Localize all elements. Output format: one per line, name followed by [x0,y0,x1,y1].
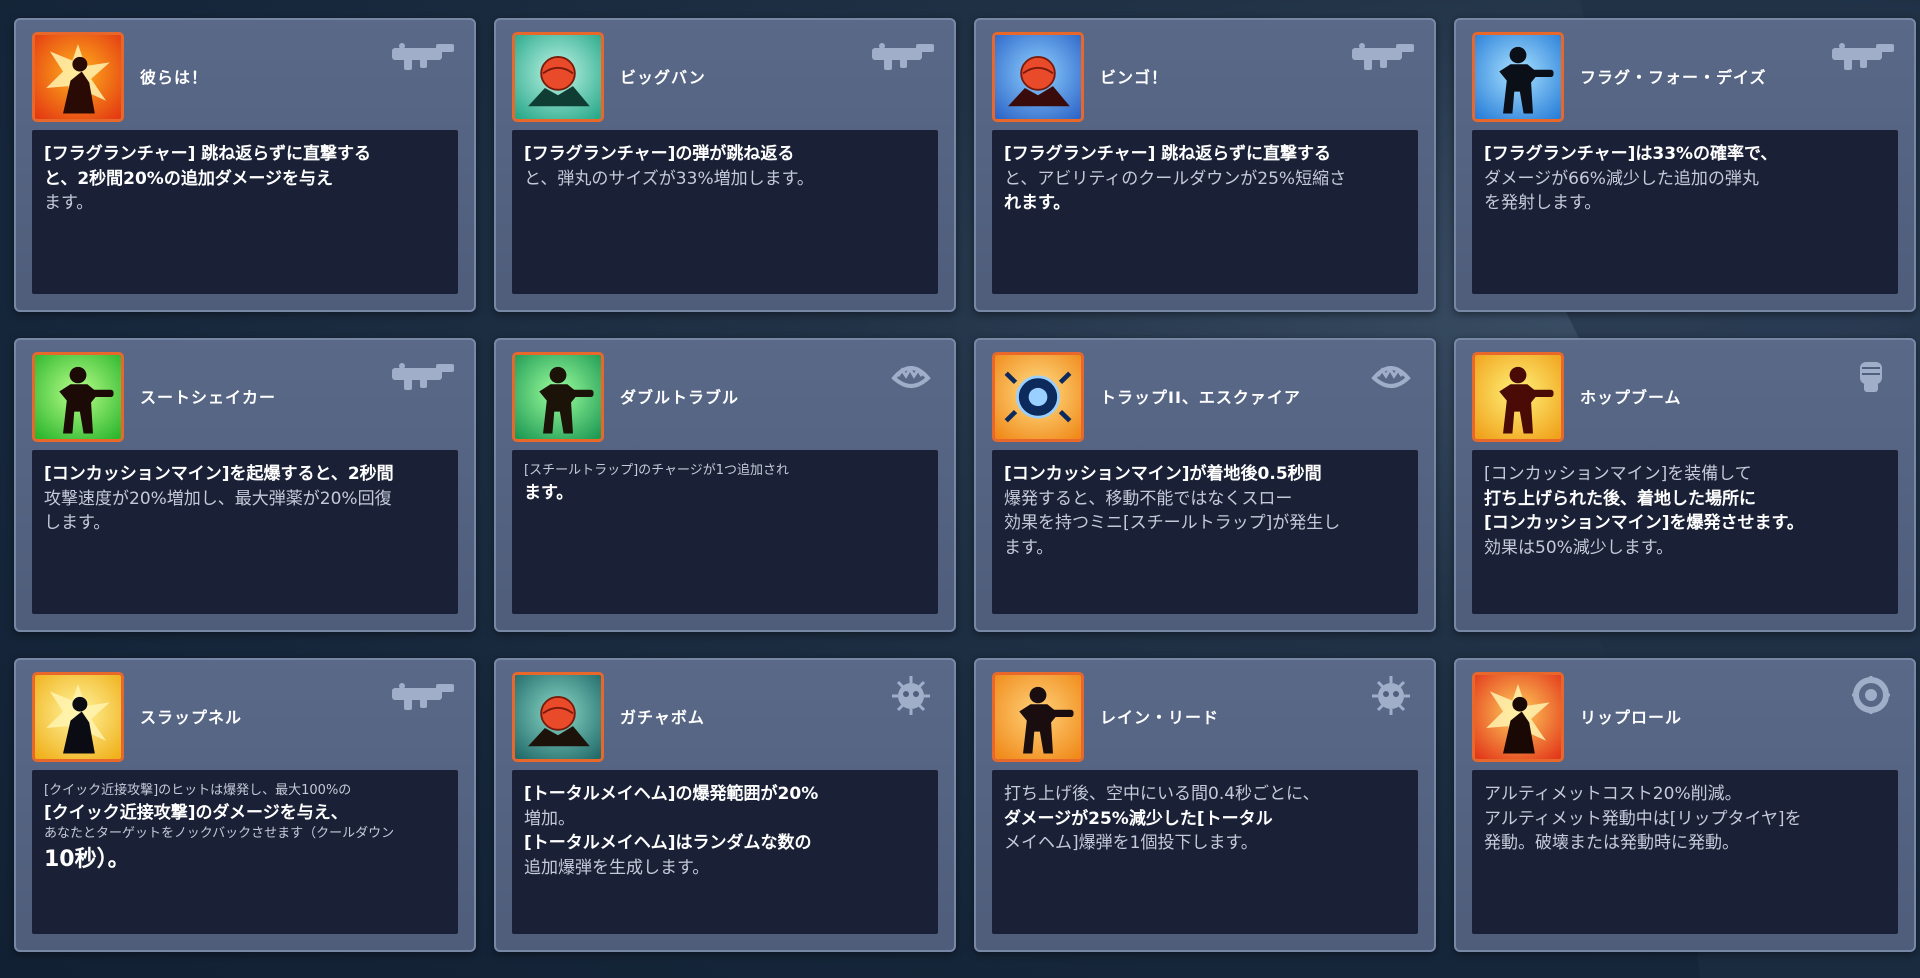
description-line: と、アビリティのクールダウンが25%短縮さ [1004,168,1347,189]
description-line: 発動。破壊または発動時に発動。 [1484,833,1739,854]
description-line: ダメージが25%減少した[トータル [1004,808,1273,829]
frag-launcher-icon [1832,43,1894,70]
perk-card[interactable]: ホップブーム [コンカッションマイン]を装備して 打ち上げられた後、着地した場所に… [1454,338,1916,632]
red-riptire-icon [1472,672,1564,762]
description-line: [フラグランチャー] 跳ね返らずに直撃する [44,144,371,164]
perk-card[interactable]: スラップネル [クイック近接攻撃]のヒットは爆発し、最大100%の [クイック近接… [14,658,476,952]
blue-launcher-hero-icon [1472,32,1564,122]
description-line: アルティメットコスト20%削減。 [1484,784,1742,804]
frag-launcher-icon [392,363,454,390]
blue-trap-icon [992,352,1084,442]
total-mayhem-icon [1372,676,1410,715]
perk-title: リップロール [1580,708,1683,727]
description-line: ダメージが66%減少した追加の弾丸 [1484,168,1759,189]
description-line: [トータルメイヘム]の爆発範囲が20% [524,784,819,804]
description-line: します。 [44,513,111,534]
description-line: [スチールトラップ]のチャージが1つ追加され [524,463,790,478]
frag-launcher-icon [392,43,454,70]
perk-title: レイン・リード [1100,708,1220,727]
frag-launcher-icon [1352,43,1414,70]
blue-ball-hero-icon [992,32,1084,122]
perk-card[interactable]: スートシェイカー [コンカッションマイン]を起爆すると、2秒間 攻撃速度が20%増… [14,338,476,632]
frag-launcher-icon [392,683,454,710]
description-line: [コンカッションマイン]が着地後0.5秒間 [1004,464,1322,484]
description-line: 打ち上げ後、空中にいる間0.4秒ごとに、 [1004,784,1320,804]
description-line: [クイック近接攻撃]のヒットは爆発し、最大100%の [44,783,352,798]
description-line: [コンカッションマイン]を装備して [1484,464,1752,484]
perk-description: [コンカッションマイン]を起爆すると、2秒間 攻撃速度が20%増加し、最大弾薬が2… [32,450,458,614]
perk-title: ビッグバン [620,68,706,87]
perk-card[interactable]: ダブルトラブル [スチールトラップ]のチャージが1つ追加されます。 [494,338,956,632]
perk-description: [コンカッションマイン]を装備して 打ち上げられた後、着地した場所に [コンカッショ… [1472,450,1898,614]
perk-card[interactable]: フラグ・フォー・デイズ [フラグランチャー]は33%の確率で、 ダメージが66%減… [1454,18,1916,312]
perk-description: [フラグランチャー] 跳ね返らずに直撃する と、アビリティのクールダウンが25%短… [992,130,1418,294]
description-line: [クイック近接攻撃]のダメージを与え、 [44,802,348,823]
description-line: アルティメット発動中は[リップタイヤ]を [1484,808,1802,829]
yellow-jump-hero-icon [1472,352,1564,442]
perk-description: アルティメットコスト20%削減。アルティメット発動中は[リップタイヤ]を 発動。破… [1472,770,1898,934]
description-line: [コンカッションマイン]を起爆すると、2秒間 [44,464,394,484]
perk-card[interactable]: リップロール アルティメットコスト20%削減。アルティメット発動中は[リップタイ… [1454,658,1916,952]
description-line: メイヘム]爆弾を1個投下します。 [1004,833,1258,854]
description-line: を発射します。 [1484,193,1602,214]
orange-rain-icon [992,672,1084,762]
teal-ball-icon [512,32,604,122]
description-line: [コンカッションマイン]を爆発させます。 [1484,513,1804,534]
description-line: 10秒）。 [44,847,130,873]
description-line: ます。 [524,482,574,503]
perk-card-grid: 彼らは！ [フラグランチャー] 跳ね返らずに直撃する と、2秒間20%の追加ダメー… [14,18,1916,952]
perk-card[interactable]: ビッグバン [フラグランチャー]の弾が跳ね返る と、弾丸のサイズが33%増加します… [494,18,956,312]
perk-title: ホップブーム [1580,388,1682,407]
perk-description: [フラグランチャー] 跳ね返らずに直撃する と、2秒間20%の追加ダメージを与えま… [32,130,458,294]
description-line: ます。 [44,193,94,214]
perk-card[interactable]: トラップII、エスクァイア [コンカッションマイン]が着地後0.5秒間 爆発すると… [974,338,1436,632]
steel-trap-icon [1371,365,1411,388]
perk-card[interactable]: 彼らは！ [フラグランチャー] 跳ね返らずに直撃する と、2秒間20%の追加ダメー… [14,18,476,312]
frag-launcher-icon [872,43,934,70]
green-double-trap-icon [512,352,604,442]
description-line: 効果は50%減少します。 [1484,537,1674,558]
red-fire-hero-icon [32,32,124,122]
fist-icon [1860,362,1882,392]
perk-description: [クイック近接攻撃]のヒットは爆発し、最大100%の [クイック近接攻撃]のダメー… [32,770,458,934]
perk-description: [フラグランチャー]は33%の確率で、 ダメージが66%減少した追加の弾丸 を発射し… [1472,130,1898,294]
description-line: あなたとターゲットをノックバックさせます（クールダウン [44,826,395,842]
perk-description: 打ち上げ後、空中にいる間0.4秒ごとに、 ダメージが25%減少した[トータル メイヘ… [992,770,1418,934]
yellow-punch-hero-icon [32,672,124,762]
perk-card[interactable]: レイン・リード 打ち上げ後、空中にいる間0.4秒ごとに、 ダメージが25%減少した… [974,658,1436,952]
description-line: と、弾丸のサイズが33%増加します。 [524,168,814,189]
perk-title: ダブルトラブル [620,388,740,407]
description-line: 打ち上げられた後、着地した場所に [1484,488,1756,509]
description-line: と、2秒間20%の追加ダメージを与え [44,168,333,189]
perk-description: [スチールトラップ]のチャージが1つ追加されます。 [512,450,938,614]
perk-title: フラグ・フォー・デイズ [1580,68,1767,87]
description-line: 追加爆弾を生成します。 [524,857,710,878]
perk-title: ビンゴ！ [1100,68,1169,87]
description-line: 増加。 [524,808,575,829]
description-line: 攻撃速度が20%増加し、最大弾薬が20%回復 [44,488,392,509]
perk-description: [トータルメイヘム]の爆発範囲が20% 増加。 [トータルメイヘム]はランダムな数の… [512,770,938,934]
perk-description: [コンカッションマイン]が着地後0.5秒間 爆発すると、移動不能ではなくスロー効果… [992,450,1418,614]
description-line: [フラグランチャー]の弾が跳ね返る [524,144,795,164]
perk-title: スートシェイカー [140,388,277,407]
total-mayhem-icon [892,676,930,715]
riptire-icon [1852,676,1890,714]
green-hero-up-icon [32,352,124,442]
perk-title: 彼らは！ [140,68,209,87]
steel-trap-icon [891,365,931,388]
description-line: ます。 [1004,537,1054,558]
perk-title: ガチャボム [620,708,705,727]
perk-title: スラップネル [140,708,243,727]
description-line: れます。 [1004,193,1071,214]
perk-card[interactable]: ビンゴ！ [フラグランチャー] 跳ね返らずに直撃する と、アビリティのクールダウン… [974,18,1436,312]
description-line: 爆発すると、移動不能ではなくスロー [1004,488,1293,509]
perk-title: トラップII、エスクァイア [1100,388,1301,407]
perk-description: [フラグランチャー]の弾が跳ね返る と、弾丸のサイズが33%増加します。 [512,130,938,294]
description-line: [フラグランチャー] 跳ね返らずに直撃する [1004,144,1331,164]
description-line: 効果を持つミニ[スチールトラップ]が発生し [1004,513,1341,534]
description-line: [フラグランチャー]は33%の確率で、 [1484,144,1778,164]
teal-bomb-hero-icon [512,672,604,762]
description-line: [トータルメイヘム]はランダムな数の [524,833,812,854]
perk-card[interactable]: ガチャボム [トータルメイヘム]の爆発範囲が20% 増加。 [トータルメイヘム]はラ… [494,658,956,952]
